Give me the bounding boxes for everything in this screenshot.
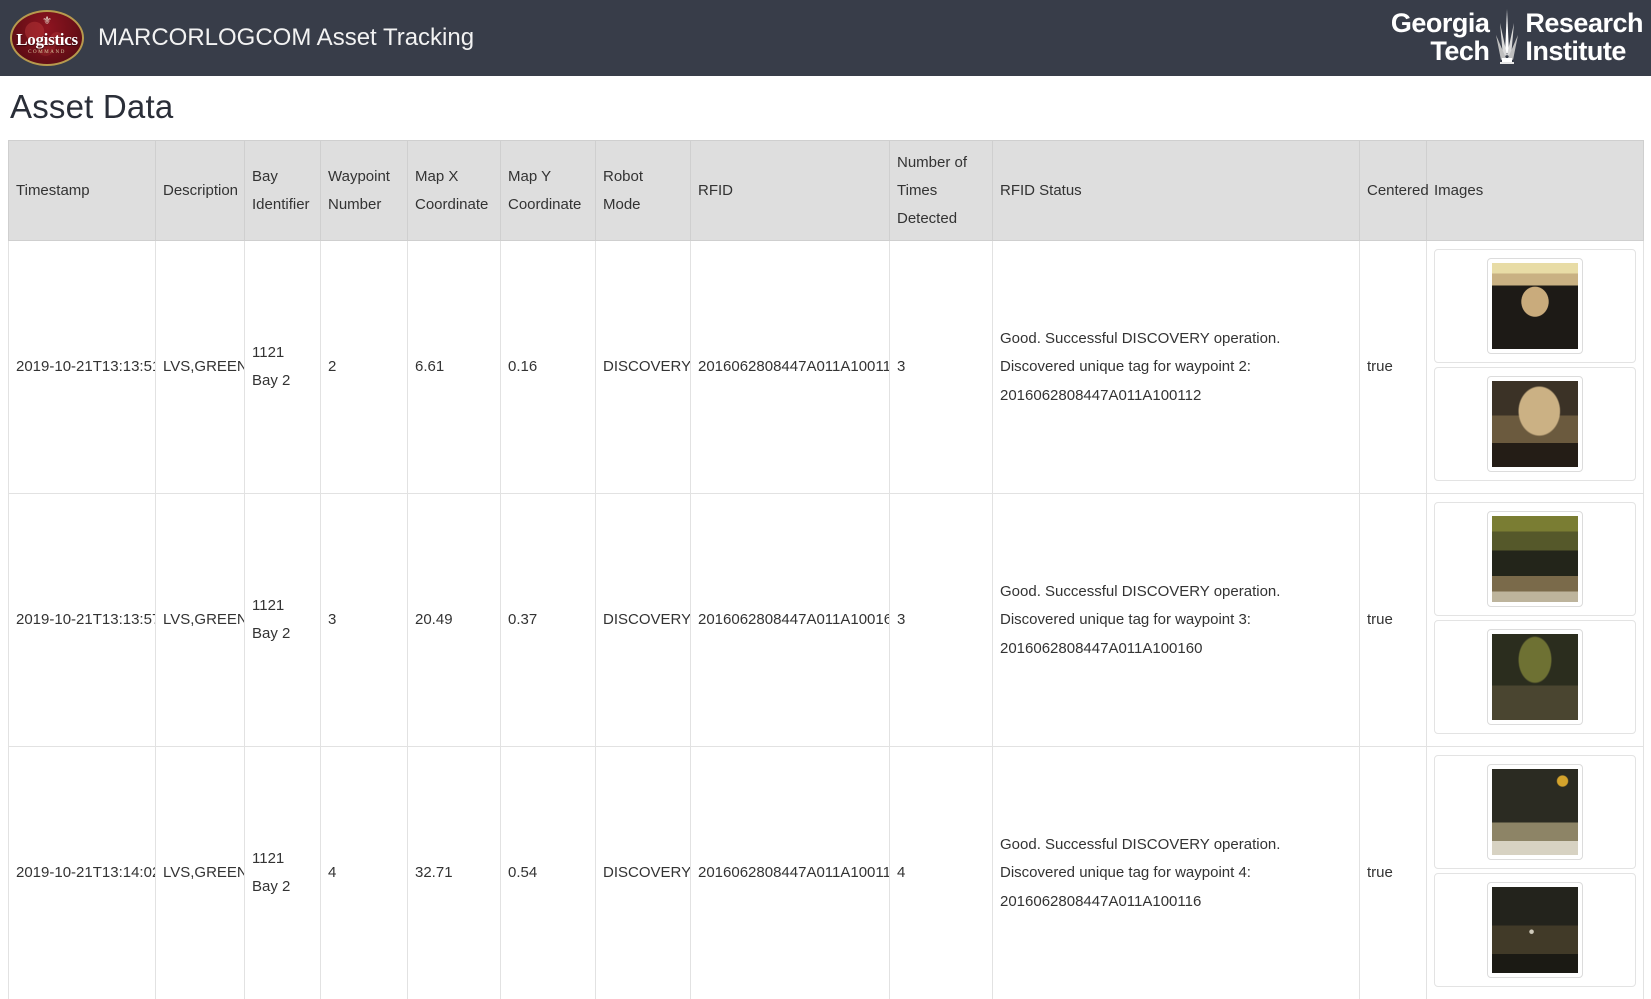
column-header-bay-identifier[interactable]: Bay Identifier <box>244 139 321 242</box>
column-header-map-x[interactable]: Map X Coordinate <box>407 139 501 242</box>
gtri-line-tech: Tech <box>1430 36 1490 66</box>
cell-timestamp: 2019-10-21T13:13:51 <box>8 240 156 495</box>
cell-map-x: 6.61 <box>407 240 501 495</box>
cell-bay-identifier: 1121 Bay 2 <box>244 746 321 999</box>
cell-times-detected: 3 <box>889 240 993 495</box>
thumbnail-frame[interactable] <box>1434 502 1636 617</box>
cell-timestamp: 2019-10-21T13:14:02 <box>8 746 156 999</box>
asset-thumbnail-image[interactable] <box>1487 258 1583 355</box>
thumbnail-frame[interactable] <box>1434 620 1636 735</box>
table-row[interactable]: 2019-10-21T13:14:02 LVS,GREEN 1121 Bay 2… <box>8 746 1644 999</box>
column-header-rfid[interactable]: RFID <box>690 139 890 242</box>
app-title: MARCORLOGCOM Asset Tracking <box>98 24 475 51</box>
cell-rfid: 2016062808447A011A100160 <box>690 493 890 748</box>
cell-images <box>1426 493 1644 748</box>
asset-thumbnail-image[interactable] <box>1487 376 1583 473</box>
cell-bay-identifier: 1121 Bay 2 <box>244 240 321 495</box>
usmc-eagle-globe-anchor-icon: ⚜ <box>42 15 52 27</box>
cell-waypoint-number: 3 <box>320 493 408 748</box>
cell-images <box>1426 746 1644 999</box>
thumbnail-frame[interactable] <box>1434 367 1636 482</box>
logo-word: Logistics <box>16 30 78 49</box>
thumbnail-frame[interactable] <box>1434 755 1636 870</box>
cell-description: LVS,GREEN <box>155 746 245 999</box>
table-row[interactable]: 2019-10-21T13:13:51 LVS,GREEN 1121 Bay 2… <box>8 240 1644 495</box>
page-title: Asset Data <box>10 88 174 125</box>
asset-thumbnail-image[interactable] <box>1487 629 1583 726</box>
gtri-line-research: Research <box>1525 8 1643 39</box>
brand-block: ⚜ Logistics COMMAND MARCORLOGCOM Asset T… <box>10 10 474 66</box>
cell-centered: true <box>1359 746 1427 999</box>
column-header-map-y[interactable]: Map Y Coordinate <box>500 139 596 242</box>
gtri-line-institute: Institute <box>1525 36 1626 66</box>
thumbnail-frame[interactable] <box>1434 873 1636 988</box>
table-header: Timestamp Description Bay Identifier Way… <box>8 139 1644 242</box>
column-header-description[interactable]: Description <box>155 139 245 242</box>
cell-centered: true <box>1359 493 1427 748</box>
cell-rfid: 2016062808447A011A100112 <box>690 240 890 495</box>
gtri-tower-icon <box>1494 9 1520 67</box>
column-header-images[interactable]: Images <box>1426 139 1644 242</box>
cell-times-detected: 3 <box>889 493 993 748</box>
gtri-research-institute-text: Research Institute <box>1525 10 1643 65</box>
cell-rfid: 2016062808447A011A100116 <box>690 746 890 999</box>
cell-timestamp: 2019-10-21T13:13:57 <box>8 493 156 748</box>
column-header-times-detected[interactable]: Number of Times Detected <box>889 139 993 242</box>
cell-map-y: 0.37 <box>500 493 596 748</box>
cell-centered: true <box>1359 240 1427 495</box>
cell-description: LVS,GREEN <box>155 493 245 748</box>
column-header-timestamp[interactable]: Timestamp <box>8 139 156 242</box>
asset-data-table: Timestamp Description Bay Identifier Way… <box>8 139 1644 999</box>
cell-waypoint-number: 4 <box>320 746 408 999</box>
logo-subword: COMMAND <box>28 50 66 55</box>
asset-thumbnail-image[interactable] <box>1487 764 1583 861</box>
cell-rfid-status: Good. Successful DISCOVERY operation. Di… <box>992 240 1360 495</box>
cell-robot-mode: DISCOVERY <box>595 240 691 495</box>
cell-images <box>1426 240 1644 495</box>
top-navigation-bar: ⚜ Logistics COMMAND MARCORLOGCOM Asset T… <box>0 0 1651 76</box>
cell-robot-mode: DISCOVERY <box>595 493 691 748</box>
page-content: Asset Data Timestamp Description Bay Ide… <box>0 88 1651 999</box>
cell-robot-mode: DISCOVERY <box>595 746 691 999</box>
asset-thumbnail-image[interactable] <box>1487 882 1583 979</box>
cell-map-x: 32.71 <box>407 746 501 999</box>
table-body: 2019-10-21T13:13:51 LVS,GREEN 1121 Bay 2… <box>8 240 1644 999</box>
cell-map-x: 20.49 <box>407 493 501 748</box>
gtri-georgia-tech-text: Georgia Tech <box>1391 10 1490 65</box>
gtri-line-georgia: Georgia <box>1390 8 1490 39</box>
table-row[interactable]: 2019-10-21T13:13:57 LVS,GREEN 1121 Bay 2… <box>8 493 1644 748</box>
thumbnail-frame[interactable] <box>1434 249 1636 364</box>
cell-waypoint-number: 2 <box>320 240 408 495</box>
column-header-robot-mode[interactable]: Robot Mode <box>595 139 691 242</box>
table-header-row: Timestamp Description Bay Identifier Way… <box>8 139 1644 242</box>
cell-map-y: 0.54 <box>500 746 596 999</box>
column-header-rfid-status[interactable]: RFID Status <box>992 139 1360 242</box>
cell-map-y: 0.16 <box>500 240 596 495</box>
cell-times-detected: 4 <box>889 746 993 999</box>
column-header-centered[interactable]: Centered <box>1359 139 1429 242</box>
asset-thumbnail-image[interactable] <box>1487 511 1583 608</box>
marcorlogcom-logo-icon: ⚜ Logistics COMMAND <box>10 10 84 66</box>
column-header-waypoint-number[interactable]: Waypoint Number <box>320 139 408 242</box>
cell-description: LVS,GREEN <box>155 240 245 495</box>
cell-bay-identifier: 1121 Bay 2 <box>244 493 321 748</box>
cell-rfid-status: Good. Successful DISCOVERY operation. Di… <box>992 746 1360 999</box>
cell-rfid-status: Good. Successful DISCOVERY operation. Di… <box>992 493 1360 748</box>
gtri-logo: Georgia Tech Research Institute <box>1391 9 1643 67</box>
